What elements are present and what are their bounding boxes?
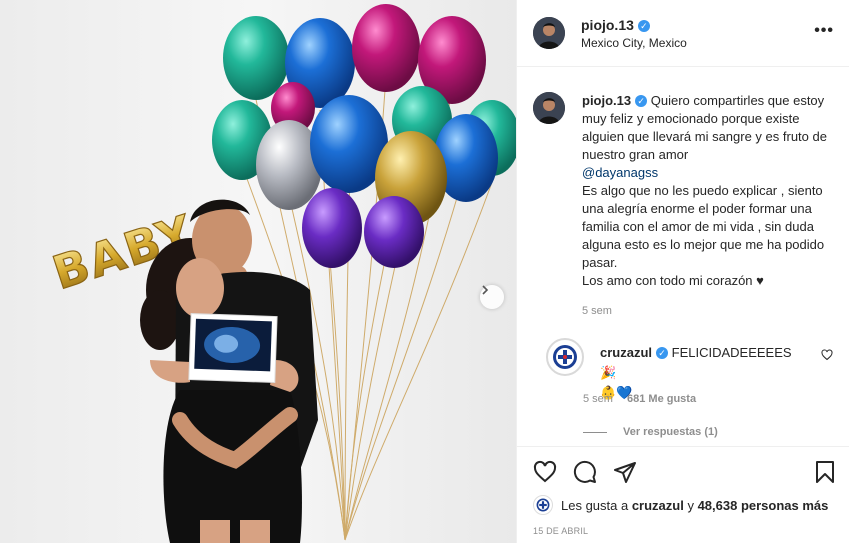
action-bar: Les gusta a cruzazul y 48,638 personas m… [517,446,849,544]
verified-badge-icon: ✓ [637,20,650,32]
cruz-azul-logo-icon [536,498,550,512]
likes-prefix: Les gusta a [561,497,632,513]
photo-illustration: BABY [0,0,516,543]
view-replies-label[interactable]: Ver respuestas (1) [623,426,718,438]
post-media[interactable]: BABY [0,0,516,543]
comment-icon[interactable] [573,460,597,484]
cruz-azul-logo-icon [553,345,577,369]
replies-divider [583,431,607,433]
author-avatar[interactable] [533,17,565,49]
location-link[interactable]: Mexico City, Mexico [581,36,687,50]
chevron-right-icon [482,285,489,295]
likes-count[interactable]: 48,638 personas más [698,498,829,513]
comment-likes-count[interactable]: 681 Me gusta [627,393,696,405]
author-username[interactable]: piojo.13 ✓ [581,17,650,33]
caption-username[interactable]: piojo.13 [582,93,631,108]
comment-timestamp[interactable]: 5 sem [583,393,613,405]
post-side-panel: piojo.13 ✓ Mexico City, Mexico ••• piojo.… [516,0,849,543]
post-date[interactable]: 15 DE ABRIL [533,526,588,536]
verified-badge-icon: ✓ [656,347,669,359]
comment-like-icon[interactable] [821,348,833,366]
more-options-icon[interactable]: ••• [814,22,834,40]
user-photo-icon [533,17,565,49]
share-icon[interactable] [613,460,637,484]
author-username-text[interactable]: piojo.13 [581,17,634,33]
likes-middle: y [683,497,698,513]
verified-badge-icon: ✓ [635,95,648,107]
caption-line3: Los amo con todo mi corazón ♥ [582,273,764,288]
caption-mention[interactable]: @dayanagss [582,165,658,180]
next-media-button[interactable] [480,285,504,309]
liker-avatar[interactable] [533,495,553,515]
likes-user[interactable]: cruzazul [632,498,684,513]
post-header: piojo.13 ✓ Mexico City, Mexico ••• [517,0,849,67]
caption-text: piojo.13 ✓ Quiero compartirles que estoy … [582,92,834,290]
user-photo-icon [533,92,565,124]
caption-line2: Es algo que no les puedo explicar , sien… [582,183,825,270]
bookmark-icon[interactable] [813,460,837,484]
commenter-avatar[interactable] [546,338,584,376]
view-replies-button[interactable]: Ver respuestas (1) [583,426,718,438]
comment-username[interactable]: cruzazul [600,345,652,360]
caption-author-avatar[interactable] [533,92,565,124]
caption-timestamp[interactable]: 5 sem [582,305,612,317]
heart-icon[interactable] [533,460,557,484]
post-dialog: BABY piojo.13 ✓ Mexico City, Mexico ••• … [0,0,849,543]
likes-summary: Les gusta a cruzazul y 48,638 personas m… [533,495,828,515]
